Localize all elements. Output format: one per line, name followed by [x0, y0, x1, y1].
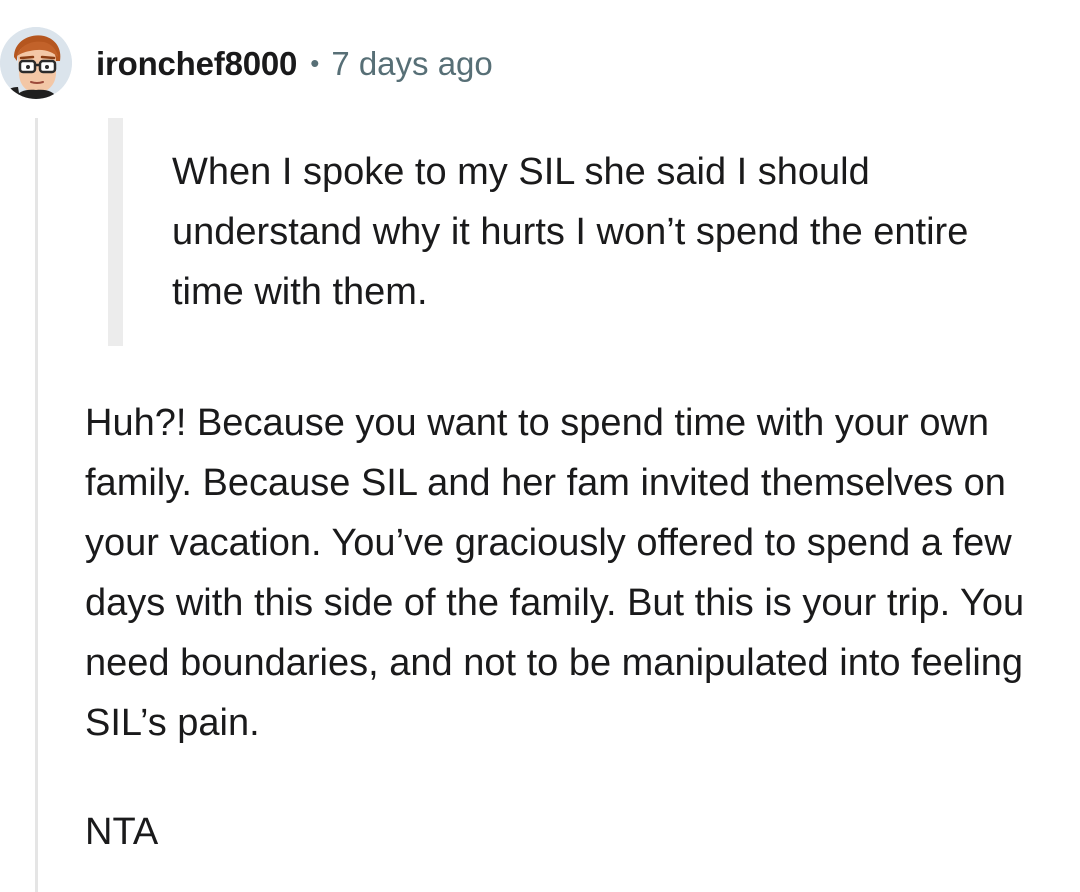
quoted-text: When I spoke to my SIL she said I should…	[172, 151, 969, 313]
user-avatar-icon	[0, 27, 72, 99]
avatar[interactable]	[0, 27, 72, 99]
comment-body: Huh?! Because you want to spend time wit…	[85, 402, 1025, 744]
comment-header: ironchef8000 • 7 days ago	[96, 42, 493, 86]
blockquote-bar	[108, 118, 123, 346]
meta-separator: •	[310, 47, 320, 78]
username-link[interactable]: ironchef8000	[96, 45, 297, 83]
comment-verdict: NTA	[85, 811, 159, 853]
thread-collapse-line[interactable]	[35, 118, 38, 892]
comment-timestamp[interactable]: 7 days ago	[331, 45, 492, 83]
